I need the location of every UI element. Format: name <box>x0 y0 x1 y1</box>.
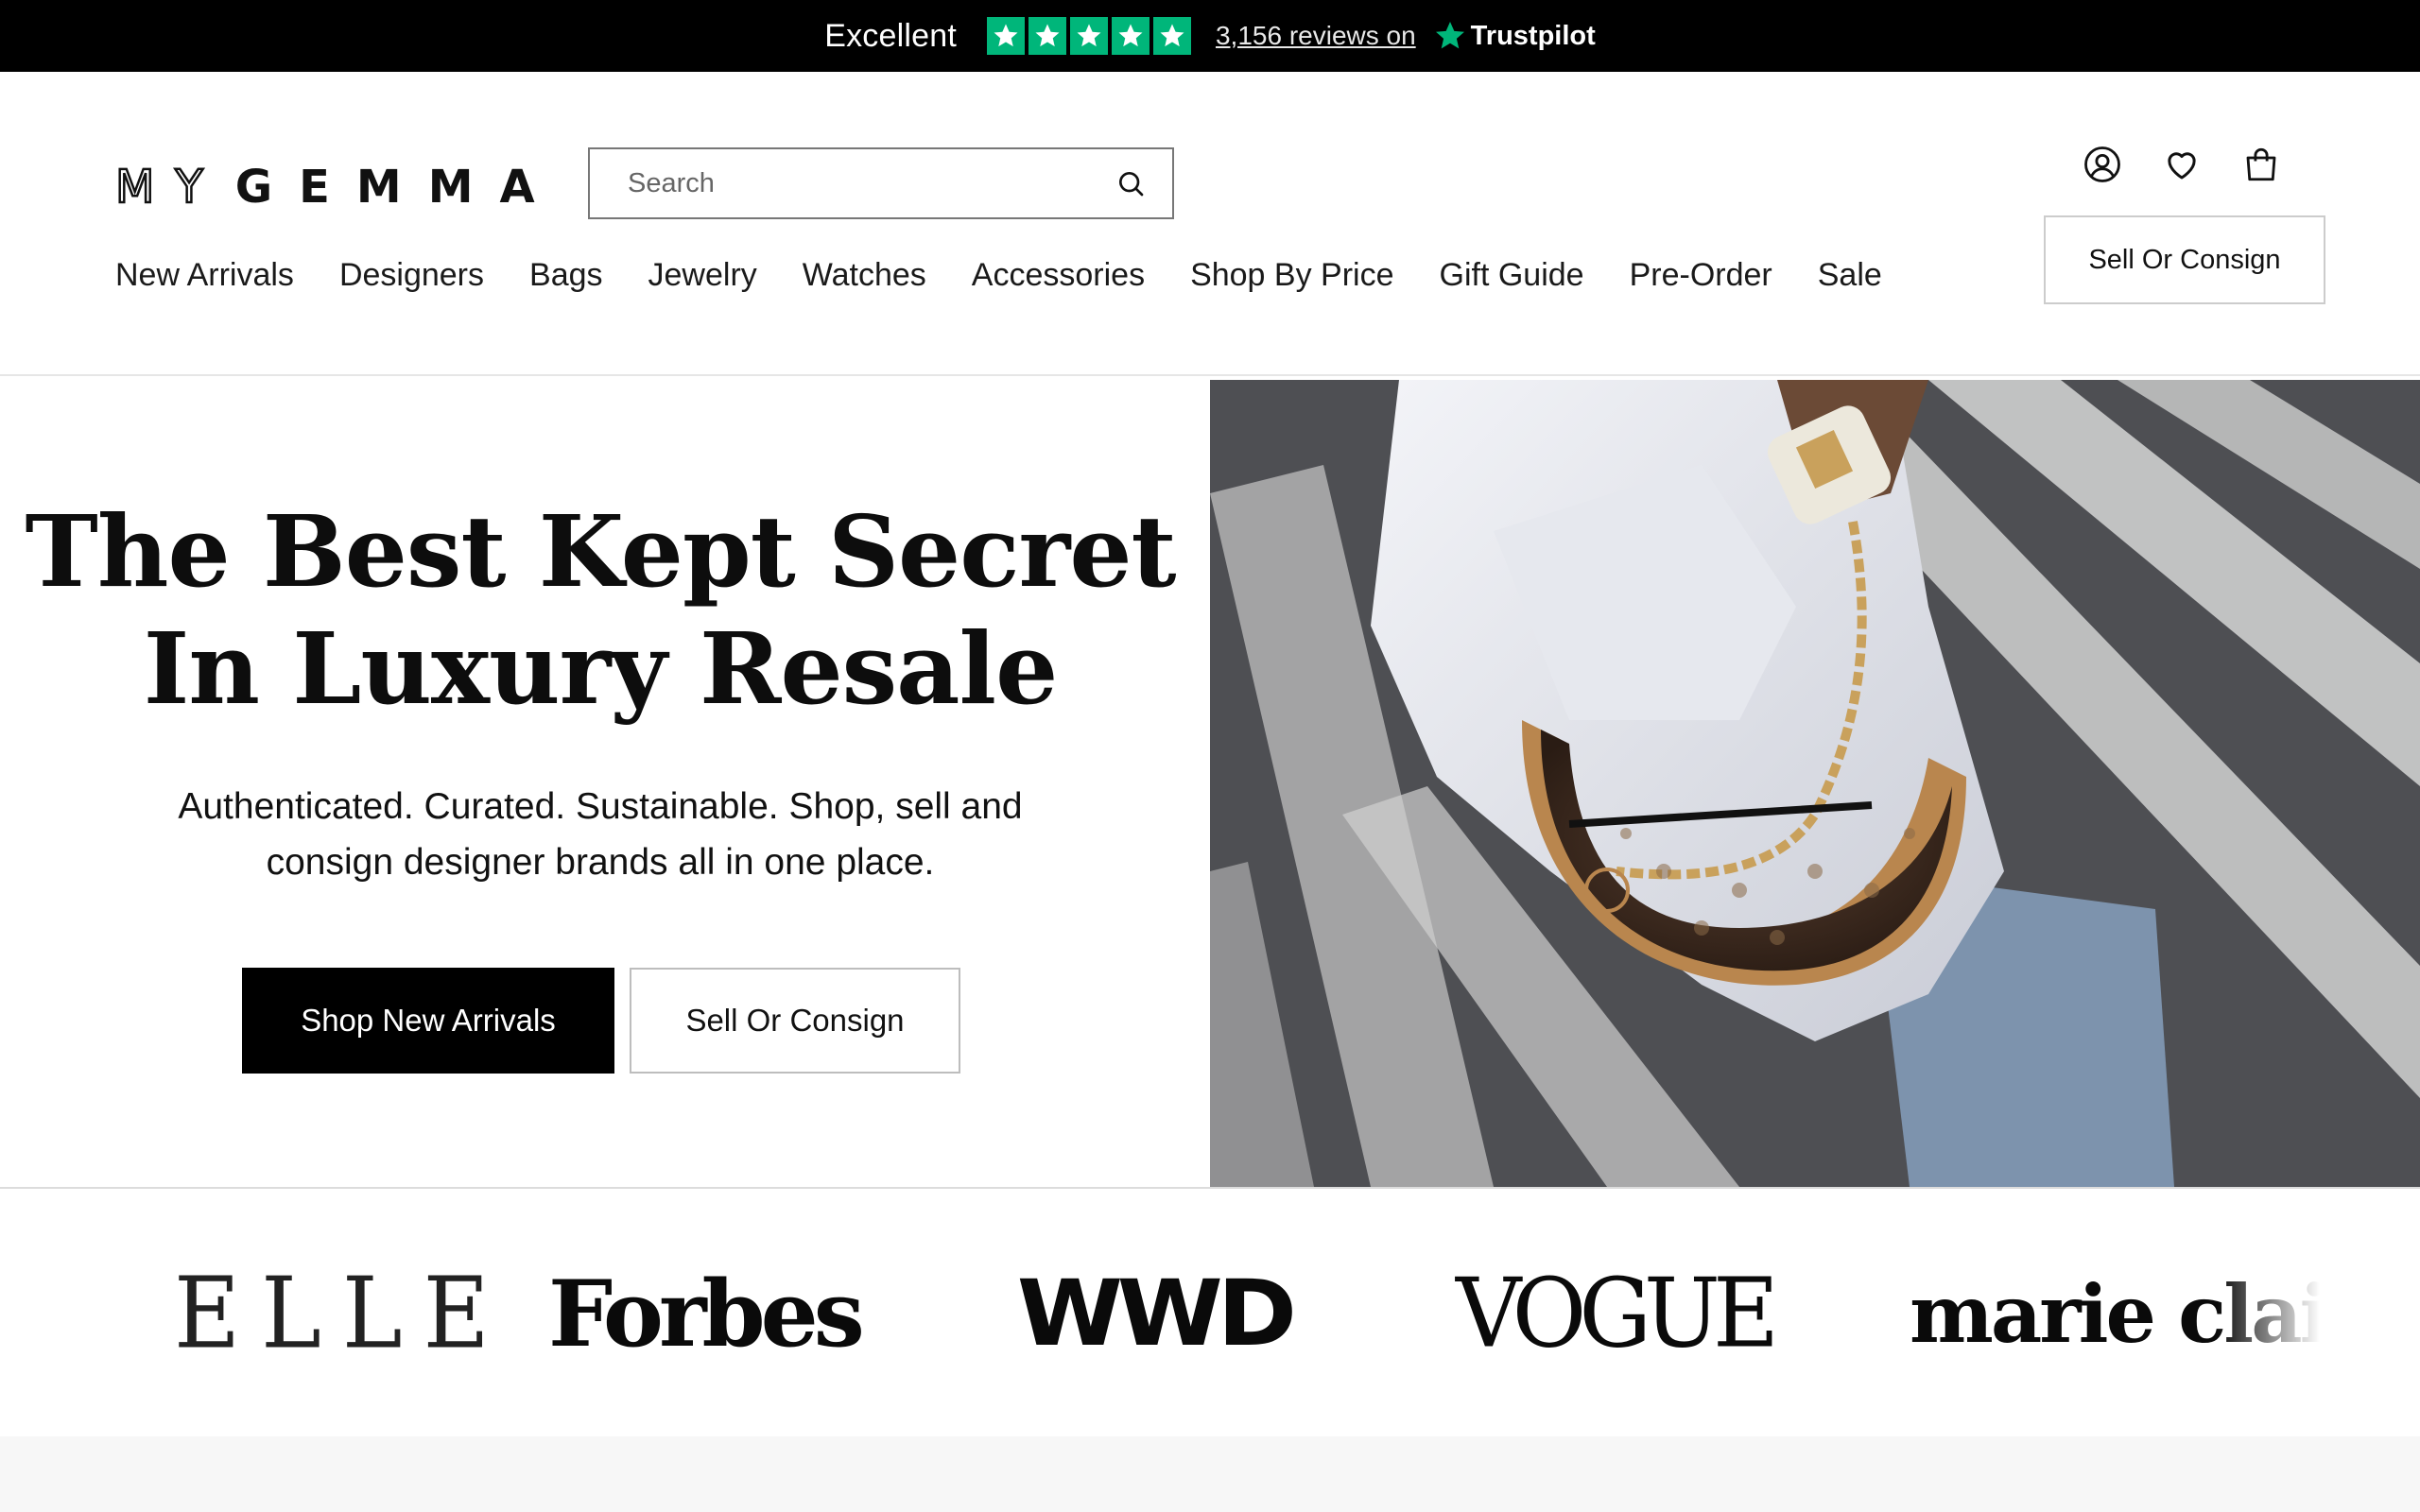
shop-new-arrivals-button[interactable]: Shop New Arrivals <box>242 968 614 1074</box>
star-icon <box>986 17 1025 55</box>
hero-image <box>1210 380 2420 1187</box>
shopping-bag-icon <box>2246 147 2276 181</box>
wishlist-button[interactable] <box>2161 144 2203 185</box>
trustpilot-bar: Excellent 3,156 reviews on Trustpilot <box>0 0 2420 72</box>
star-icon <box>1152 17 1191 55</box>
hero-section: The Best Kept Secret In Luxury Resale Au… <box>0 378 2420 1189</box>
press-logos: ELLE Forbes WWD VOGUE marie clair <box>0 1191 2420 1436</box>
main-nav: New Arrivals Designers Bags Jewelry Watc… <box>115 257 1927 294</box>
logo-gemma: GEMMA <box>234 161 562 214</box>
nav-designers[interactable]: Designers <box>339 257 484 294</box>
site-logo[interactable]: MY GEMMA <box>114 160 562 215</box>
wishlist-heart-icon <box>2168 152 2196 180</box>
site-header: MY GEMMA New Arrivals Designers Bags Jew… <box>0 72 2420 376</box>
hero-subtitle: Authenticated. Curated. Sustainable. Sho… <box>178 786 1023 883</box>
search-box <box>588 147 1174 219</box>
search-icon <box>1119 172 1144 197</box>
hero-title-line-2: In Luxury Resale <box>143 610 1058 727</box>
press-logo-elle: ELLE <box>174 1256 510 1371</box>
search-input[interactable] <box>628 167 1112 199</box>
trustpilot-reviews-link[interactable]: 3,156 reviews on <box>1216 21 1416 51</box>
hero-title: The Best Kept Secret In Luxury Resale <box>0 493 1201 728</box>
nav-shop-by-price[interactable]: Shop By Price <box>1190 257 1393 294</box>
hero-photo <box>1210 380 2420 1187</box>
star-icon <box>1028 17 1066 55</box>
trustpilot-logo[interactable]: Trustpilot <box>1433 19 1596 53</box>
nav-gift-guide[interactable]: Gift Guide <box>1440 257 1584 294</box>
nav-pre-order[interactable]: Pre-Order <box>1630 257 1772 294</box>
trustpilot-brand-text: Trustpilot <box>1470 20 1596 51</box>
nav-sale[interactable]: Sale <box>1818 257 1882 294</box>
trustpilot-stars <box>986 17 1191 55</box>
press-logo-marie-claire: marie clair <box>1910 1266 2320 1361</box>
search-button[interactable] <box>1112 164 1150 202</box>
hero-buttons: Shop New Arrivals Sell Or Consign <box>242 968 960 1074</box>
header-icons <box>2082 144 2282 185</box>
nav-watches[interactable]: Watches <box>803 257 926 294</box>
account-icon <box>2084 146 2120 182</box>
nav-jewelry[interactable]: Jewelry <box>648 257 757 294</box>
nav-accessories[interactable]: Accessories <box>972 257 1145 294</box>
cart-button[interactable] <box>2240 144 2282 185</box>
nav-bags[interactable]: Bags <box>529 257 603 294</box>
trustpilot-rating-word: Excellent <box>824 17 957 54</box>
press-logo-vogue: VOGUE <box>1456 1258 1779 1369</box>
star-icon <box>1111 17 1150 55</box>
logo-my: MY <box>114 160 224 215</box>
next-section-band <box>0 1436 2420 1512</box>
star-icon <box>1069 17 1108 55</box>
sell-or-consign-header-button[interactable]: Sell Or Consign <box>2044 215 2325 304</box>
press-logo-wwd: WWD <box>1016 1261 1297 1366</box>
press-logo-forbes: Forbes <box>548 1260 865 1367</box>
sell-or-consign-button[interactable]: Sell Or Consign <box>630 968 960 1074</box>
account-button[interactable] <box>2082 144 2123 185</box>
hero-text: The Best Kept Secret In Luxury Resale Au… <box>0 378 1210 1187</box>
nav-new-arrivals[interactable]: New Arrivals <box>115 257 294 294</box>
hero-title-line-1: The Best Kept Secret <box>25 493 1176 610</box>
trustpilot-star-icon <box>1435 22 1464 49</box>
